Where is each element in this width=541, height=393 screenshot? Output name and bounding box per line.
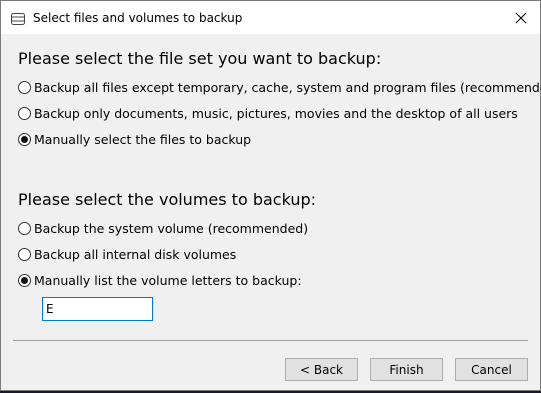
volume-letters-input[interactable] bbox=[42, 297, 153, 321]
cancel-button[interactable]: Cancel bbox=[455, 358, 528, 381]
back-button[interactable]: < Back bbox=[285, 358, 358, 381]
volumes-heading: Please select the volumes to backup: bbox=[18, 190, 317, 209]
radio-label: Manually list the volume letters to back… bbox=[34, 272, 302, 288]
drive-icon bbox=[10, 11, 26, 25]
radio-label: Backup only documents, music, pictures, … bbox=[34, 105, 518, 121]
volume-option-manual[interactable]: Manually list the volume letters to back… bbox=[18, 272, 302, 288]
radio-label: Backup the system volume (recommended) bbox=[34, 220, 309, 236]
separator bbox=[13, 340, 528, 341]
radio-button[interactable] bbox=[18, 247, 31, 261]
title-bar: Select files and volumes to backup bbox=[1, 1, 540, 34]
fileset-option-recommended[interactable]: Backup all files except temporary, cache… bbox=[18, 79, 541, 95]
radio-button-selected[interactable] bbox=[18, 273, 31, 287]
dialog-window: Select files and volumes to backup Pleas… bbox=[0, 0, 541, 391]
fileset-option-manual[interactable]: Manually select the files to backup bbox=[18, 131, 251, 147]
radio-button[interactable] bbox=[18, 106, 31, 120]
finish-button[interactable]: Finish bbox=[370, 358, 443, 381]
volume-option-internal[interactable]: Backup all internal disk volumes bbox=[18, 246, 236, 262]
fileset-heading: Please select the file set you want to b… bbox=[18, 49, 382, 68]
fileset-option-documents[interactable]: Backup only documents, music, pictures, … bbox=[18, 105, 518, 121]
radio-label: Manually select the files to backup bbox=[34, 131, 252, 147]
close-button[interactable] bbox=[509, 6, 533, 30]
radio-button-selected[interactable] bbox=[18, 132, 31, 146]
radio-button[interactable] bbox=[18, 221, 31, 235]
radio-label: Backup all internal disk volumes bbox=[34, 246, 237, 262]
radio-button[interactable] bbox=[18, 80, 31, 94]
close-icon bbox=[515, 9, 527, 28]
radio-label: Backup all files except temporary, cache… bbox=[34, 79, 541, 95]
window-title: Select files and volumes to backup bbox=[33, 11, 243, 25]
volume-option-system[interactable]: Backup the system volume (recommended) bbox=[18, 220, 308, 236]
